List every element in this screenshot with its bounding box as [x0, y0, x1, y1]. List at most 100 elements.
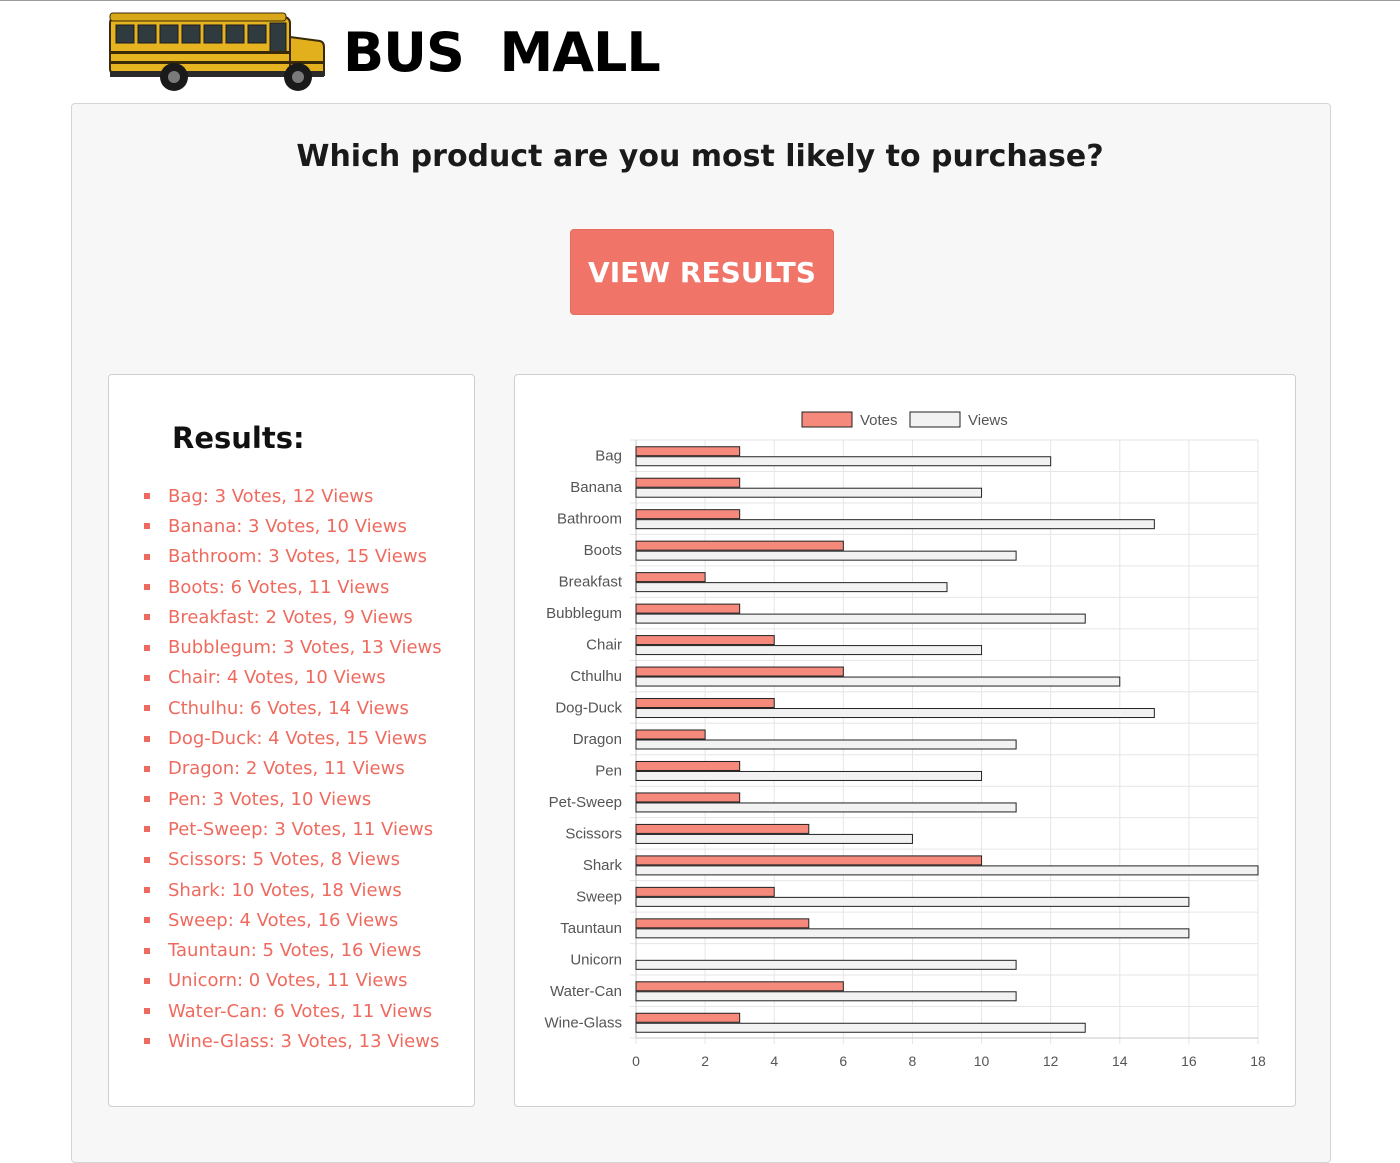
- bullet-icon: [144, 887, 150, 893]
- result-item: Shark: 10 Votes, 18 Views: [140, 875, 442, 905]
- votes-bar: [635, 540, 844, 551]
- result-text: Sweep: 4 Votes, 16 Views: [168, 909, 399, 931]
- views-bar: [635, 770, 983, 781]
- y-tick-label: Wine-Glass: [544, 1014, 622, 1031]
- bullet-icon: [144, 856, 150, 863]
- result-text: Pet-Sweep: 3 Votes, 11 Views: [168, 818, 434, 840]
- result-text: Breakfast: 2 Votes, 9 Views: [168, 606, 413, 628]
- y-tick-label: Banana: [570, 479, 622, 496]
- votes-bar: [635, 698, 775, 709]
- legend-swatch: [801, 411, 853, 428]
- result-item: Pen: 3 Votes, 10 Views: [140, 784, 442, 814]
- result-text: Bathroom: 3 Votes, 15 Views: [168, 546, 427, 568]
- y-tick-label: Boots: [584, 542, 622, 559]
- bullet-icon: [144, 614, 150, 621]
- bullet-icon: [144, 493, 150, 500]
- y-tick-label: Breakfast: [559, 574, 623, 591]
- result-item: Wine-Glass: 3 Votes, 13 Views: [140, 1026, 442, 1056]
- bullet-icon: [144, 674, 150, 681]
- y-tick-label: Tauntaun: [560, 920, 622, 937]
- legend-label: Views: [968, 412, 1008, 429]
- result-item: Scissors: 5 Votes, 8 Views: [140, 845, 442, 875]
- views-bar: [635, 928, 1190, 939]
- x-tick-label: 2: [701, 1053, 709, 1069]
- y-tick-label: Cthulhu: [570, 668, 622, 685]
- views-bar: [635, 959, 1017, 970]
- votes-bar: [635, 760, 741, 771]
- result-text: Cthulhu: 6 Votes, 14 Views: [168, 697, 409, 719]
- bullet-icon: [144, 735, 150, 742]
- y-tick-label: Bubblegum: [546, 605, 622, 622]
- y-tick-label: Pet-Sweep: [549, 794, 622, 811]
- y-tick-label: Bathroom: [557, 511, 622, 528]
- views-bar: [635, 550, 1017, 561]
- y-tick-label: Unicorn: [570, 951, 622, 968]
- votes-bar: [635, 666, 844, 677]
- result-text: Shark: 10 Votes, 18 Views: [168, 879, 402, 901]
- votes-bar: [635, 635, 775, 646]
- result-item: Boots: 6 Votes, 11 Views: [140, 572, 442, 602]
- result-text: Tauntaun: 5 Votes, 16 Views: [168, 940, 422, 962]
- votes-bar: [635, 509, 741, 520]
- votes-bar: [635, 446, 741, 457]
- bullet-icon: [144, 644, 150, 651]
- legend-label: Votes: [860, 412, 898, 429]
- y-tick-label: Dragon: [573, 731, 622, 748]
- view-results-button[interactable]: VIEW RESULTS: [570, 229, 834, 315]
- bullet-icon: [144, 796, 150, 803]
- views-bar: [635, 613, 1086, 624]
- x-tick-label: 0: [632, 1053, 640, 1069]
- result-item: Tauntaun: 5 Votes, 16 Views: [140, 935, 442, 965]
- result-item: Dragon: 2 Votes, 11 Views: [140, 754, 442, 784]
- views-bar: [635, 487, 983, 498]
- votes-bar: [635, 855, 983, 866]
- bullet-icon: [144, 553, 150, 560]
- results-chart: Bag Banana Bathroom Boots Breakfast Bubblegum…: [544, 411, 1266, 1069]
- bullet-icon: [144, 917, 150, 924]
- bullet-icon: [144, 705, 150, 712]
- y-tick-label: Shark: [583, 857, 623, 874]
- votes-bar: [635, 886, 775, 897]
- views-bar: [635, 865, 1259, 876]
- x-tick-label: 16: [1181, 1053, 1197, 1069]
- result-text: Unicorn: 0 Votes, 11 Views: [168, 970, 408, 992]
- votes-bar: [635, 477, 741, 488]
- result-item: Pet-Sweep: 3 Votes, 11 Views: [140, 814, 442, 844]
- y-tick-label: Water-Can: [550, 983, 622, 1000]
- x-tick-label: 14: [1112, 1053, 1128, 1069]
- school-bus-icon: [109, 12, 325, 91]
- votes-bar: [635, 1012, 741, 1023]
- results-title: Results:: [172, 421, 305, 455]
- y-tick-label: Sweep: [576, 888, 622, 905]
- result-text: Water-Can: 6 Votes, 11 Views: [168, 1000, 433, 1022]
- result-item: Banana: 3 Votes, 10 Views: [140, 511, 442, 541]
- views-bar: [635, 676, 1121, 687]
- result-item: Bathroom: 3 Votes, 15 Views: [140, 542, 442, 572]
- result-item: Bubblegum: 3 Votes, 13 Views: [140, 632, 442, 662]
- y-tick-label: Scissors: [565, 825, 622, 842]
- bullet-icon: [144, 947, 150, 954]
- survey-question: Which product are you most likely to pur…: [296, 139, 1104, 174]
- x-tick-label: 18: [1250, 1053, 1266, 1069]
- result-text: Scissors: 5 Votes, 8 Views: [168, 849, 400, 871]
- result-item: Dog-Duck: 4 Votes, 15 Views: [140, 723, 442, 753]
- result-text: Boots: 6 Votes, 11 Views: [168, 576, 390, 598]
- header: BUS MALL: [0, 1, 1400, 101]
- y-tick-label: Bag: [595, 448, 622, 465]
- x-tick-label: 10: [974, 1053, 990, 1069]
- legend-swatch: [909, 411, 961, 428]
- y-tick-label: Pen: [595, 762, 622, 779]
- votes-bar: [635, 729, 706, 740]
- result-text: Banana: 3 Votes, 10 Views: [168, 515, 407, 537]
- x-tick-label: 8: [909, 1053, 917, 1069]
- y-tick-label: Dog-Duck: [555, 700, 622, 717]
- views-bar: [635, 708, 1155, 719]
- result-text: Bag: 3 Votes, 12 Views: [168, 485, 374, 507]
- results-list: Bag: 3 Votes, 12 Views Banana: 3 Votes, 1…: [140, 481, 442, 1057]
- views-bar: [635, 1022, 1086, 1033]
- result-text: Chair: 4 Votes, 10 Views: [168, 667, 386, 689]
- votes-bar: [635, 823, 810, 834]
- result-text: Pen: 3 Votes, 10 Views: [168, 788, 372, 810]
- bullet-icon: [144, 765, 150, 772]
- views-bar: [635, 896, 1190, 907]
